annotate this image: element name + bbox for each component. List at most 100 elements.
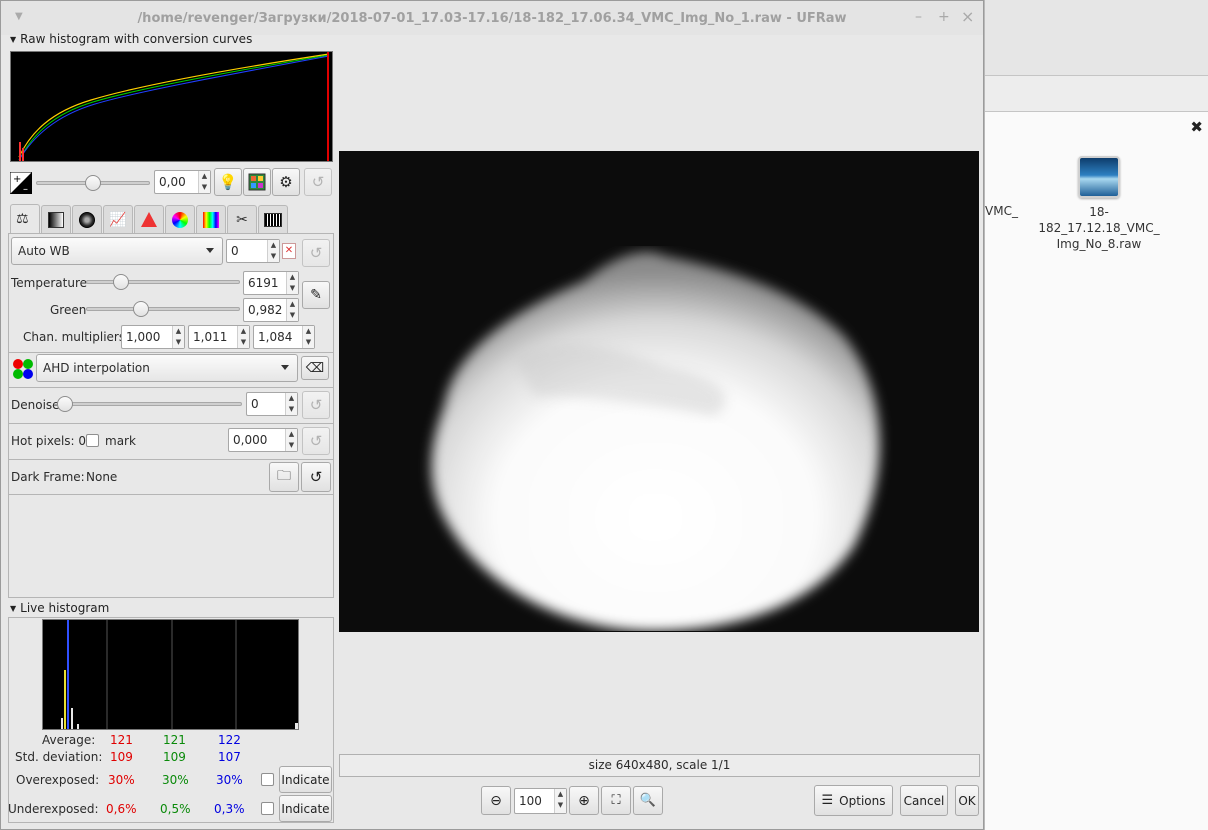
- options-button[interactable]: ☰ Options: [814, 785, 893, 816]
- reset-icon: ↺: [309, 396, 323, 414]
- raw-histogram-curves: [18, 52, 330, 161]
- crop-icon: ✂: [236, 211, 248, 228]
- exposure-spin[interactable]: 0,00 ▲ ▼: [154, 170, 211, 194]
- multiplier-red-spin[interactable]: 1,000 ▲ ▼: [121, 325, 185, 349]
- multiplier-blue-spin[interactable]: 1,084 ▲ ▼: [253, 325, 315, 349]
- wb-preset-value: Auto WB: [18, 244, 70, 258]
- dark-frame-label: Dark Frame:: [11, 470, 85, 484]
- temperature-spin[interactable]: 6191 ▲ ▼: [243, 271, 299, 295]
- indicate-underexposed-checkbox[interactable]: [261, 802, 274, 815]
- std-green: 109: [163, 750, 186, 764]
- fm-close-icon[interactable]: ✖: [1190, 118, 1203, 136]
- overexposed-green: 30%: [162, 773, 189, 787]
- tab-grayscale[interactable]: [41, 205, 71, 233]
- tab-color-corrections[interactable]: [165, 205, 195, 233]
- bayer-rgb-icon: [13, 359, 33, 379]
- settings-button[interactable]: ⚙: [272, 168, 300, 196]
- fm-file-item[interactable]: 18-182_17.12.18_VMC_ Img_No_8.raw: [1029, 156, 1169, 252]
- tab-lens[interactable]: [72, 205, 102, 233]
- fm-file-fragment[interactable]: VMC_: [985, 204, 1018, 218]
- denoise-spin[interactable]: 0 ▲ ▼: [246, 392, 298, 416]
- live-histogram-expander[interactable]: ▼ Live histogram: [10, 601, 109, 615]
- close-icon[interactable]: ×: [961, 7, 974, 26]
- clear-interpolation-button[interactable]: ⌫: [301, 356, 329, 380]
- green-value: 0,982: [248, 303, 283, 317]
- raw-histogram-expander[interactable]: ▼ Raw histogram with conversion curves: [10, 32, 252, 46]
- fm-content: ✖ VMC_ 18-182_17.12.18_VMC_ Img_No_8.raw: [985, 112, 1208, 830]
- denoise-slider[interactable]: [57, 396, 242, 412]
- tab-base-curve[interactable]: 📈: [103, 205, 133, 233]
- std-blue: 107: [218, 750, 241, 764]
- cancel-label: Cancel: [903, 793, 945, 808]
- minimize-icon[interactable]: –: [915, 9, 922, 25]
- clip-highlights-button[interactable]: [243, 168, 271, 196]
- tab-color-management[interactable]: [134, 205, 164, 233]
- barcode-icon: [264, 212, 282, 227]
- title-bar[interactable]: ▼ /home/revenger/Загрузки/2018-07-01_17.…: [1, 1, 983, 35]
- zoom-out-button[interactable]: ⊖: [481, 786, 511, 815]
- zoom-spin[interactable]: 100 ▲ ▼: [514, 788, 567, 814]
- interpolation-combo[interactable]: AHD interpolation: [36, 354, 298, 382]
- std-red: 109: [110, 750, 133, 764]
- svg-text:–: –: [23, 184, 28, 194]
- dark-frame-value: None: [86, 470, 118, 484]
- fm-toolbar: [985, 0, 1208, 76]
- wb-fine-tune-spin[interactable]: 0 ▲ ▼: [226, 239, 280, 263]
- spot-wb-button[interactable]: ✎: [302, 281, 330, 309]
- mark-label: mark: [105, 434, 136, 448]
- backspace-icon: ⌫: [305, 360, 325, 376]
- open-dark-frame-button[interactable]: 🗀: [269, 462, 299, 492]
- indicate-label: Indicate: [281, 801, 330, 816]
- tab-white-balance[interactable]: ⚖: [10, 204, 40, 234]
- tab-exif[interactable]: [258, 205, 288, 233]
- wb-remove-icon[interactable]: ✕: [282, 243, 296, 259]
- raw-histogram-label: Raw histogram with conversion curves: [20, 32, 253, 46]
- maximize-icon[interactable]: +: [938, 9, 950, 25]
- raw-file-thumbnail-icon: [1078, 156, 1120, 198]
- zoom-out-icon: ⊖: [490, 792, 502, 809]
- wb-preset-combo[interactable]: Auto WB: [11, 237, 223, 265]
- sliders-icon: ☰: [821, 793, 834, 808]
- hot-pixels-spin[interactable]: 0,000 ▲ ▼: [228, 428, 298, 452]
- std-deviation-label: Std. deviation:: [15, 750, 103, 764]
- reset-exposure-button[interactable]: ↺: [304, 168, 332, 196]
- zoom-100-button[interactable]: 🔍: [633, 786, 663, 815]
- reset-denoise-button[interactable]: ↺: [302, 391, 330, 419]
- fm-file-name-2: Img_No_8.raw: [1056, 237, 1142, 251]
- spectrum-icon: [203, 211, 219, 228]
- reset-icon: ↺: [311, 173, 325, 191]
- zoom-fit-button[interactable]: ⛶: [601, 786, 631, 815]
- multiplier-green-spin[interactable]: 1,011 ▲ ▼: [188, 325, 250, 349]
- folder-icon: 🗀: [277, 468, 291, 484]
- auto-adjust-exposure-button[interactable]: 💡: [214, 168, 242, 196]
- lightbulb-icon: 💡: [218, 173, 238, 191]
- raw-histogram[interactable]: [10, 51, 333, 162]
- denoise-value: 0: [251, 397, 259, 411]
- green-spin[interactable]: 0,982 ▲ ▼: [243, 298, 299, 322]
- indicate-overexposed-checkbox[interactable]: [261, 773, 274, 786]
- live-histogram[interactable]: [42, 619, 299, 730]
- reset-dark-frame-button[interactable]: ↺: [301, 462, 331, 492]
- zoom-value: 100: [519, 794, 542, 808]
- underexposed-blue: 0,3%: [214, 802, 245, 816]
- zoom-in-button[interactable]: ⊕: [569, 786, 599, 815]
- reset-hot-pixels-button[interactable]: ↺: [302, 427, 330, 455]
- indicate-underexposed-button[interactable]: Indicate: [279, 795, 332, 822]
- temperature-slider[interactable]: [86, 274, 240, 290]
- average-green: 121: [163, 733, 186, 747]
- svg-text:+: +: [13, 174, 21, 185]
- mark-hot-pixels-checkbox[interactable]: [86, 434, 99, 447]
- underexposed-label: Underexposed:: [8, 802, 99, 816]
- lens-icon: [79, 211, 95, 228]
- green-slider[interactable]: [86, 301, 240, 317]
- ok-button[interactable]: OK: [955, 785, 979, 816]
- expander-arrow-icon: ▼: [10, 604, 17, 613]
- indicate-overexposed-button[interactable]: Indicate: [279, 766, 332, 793]
- cancel-button[interactable]: Cancel: [900, 785, 948, 816]
- reset-wb-button[interactable]: ↺: [302, 239, 330, 267]
- exposure-slider[interactable]: [36, 175, 150, 191]
- image-preview[interactable]: [339, 151, 979, 632]
- tab-crop-rotate[interactable]: ✂: [227, 205, 257, 233]
- interpolation-value: AHD interpolation: [43, 361, 150, 375]
- tab-light-adjustments[interactable]: [196, 205, 226, 233]
